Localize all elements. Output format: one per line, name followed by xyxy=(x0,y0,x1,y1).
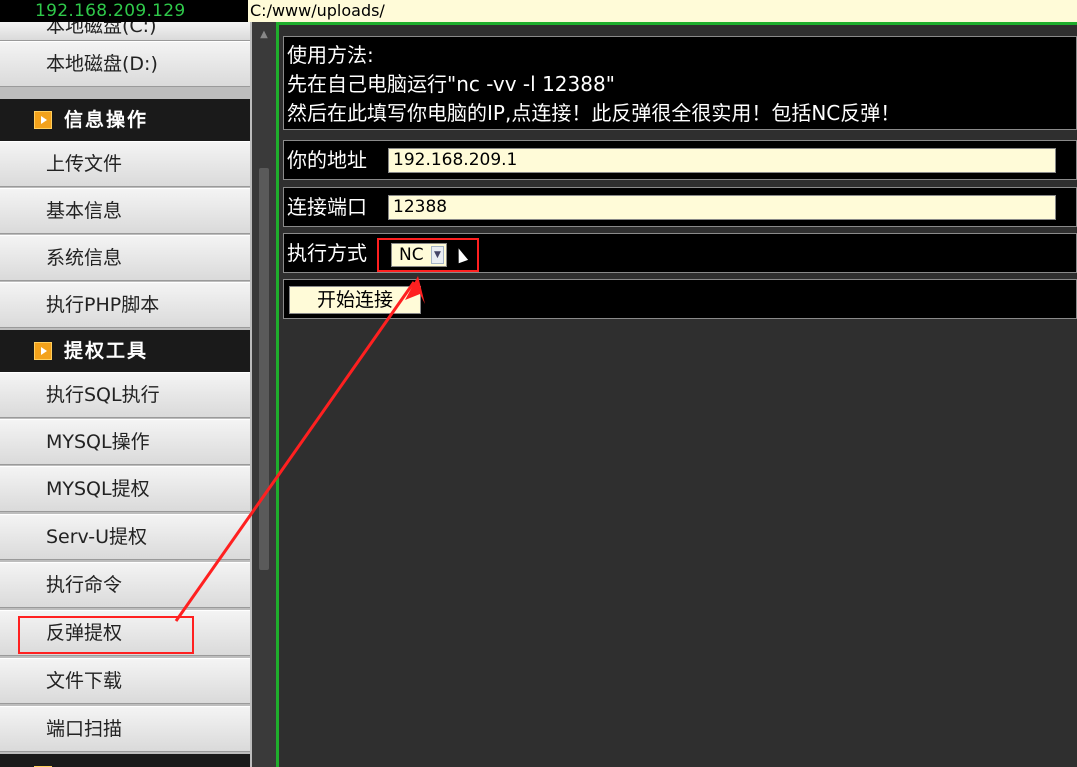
sidebar-section-privesc: 提权工具 xyxy=(0,330,250,372)
method-label: 执行方式 xyxy=(287,241,367,265)
address-label: 你的地址 xyxy=(287,148,367,172)
usage-line: 使用方法: xyxy=(287,43,374,67)
sidebar-item-mysql-ops[interactable]: MYSQL操作 xyxy=(0,419,250,465)
sidebar-item-basic-info[interactable]: 基本信息 xyxy=(0,188,250,234)
sidebar-item-file-download[interactable]: 文件下载 xyxy=(0,658,250,704)
sidebar-item-port-scan[interactable]: 端口扫描 xyxy=(0,706,250,752)
sidebar-item-servu-privesc[interactable]: Serv-U提权 xyxy=(0,514,250,560)
sidebar-item-disk-c[interactable]: 本地磁盘(C:) xyxy=(0,22,250,41)
scroll-thumb[interactable] xyxy=(259,168,269,570)
scroll-up-icon[interactable]: ▲ xyxy=(252,28,276,42)
section-arrow-icon xyxy=(34,342,52,360)
address-input[interactable]: 192.168.209.1 xyxy=(388,148,1056,173)
sidebar-item-php-script[interactable]: 执行PHP脚本 xyxy=(0,282,250,328)
usage-line: 先在自己电脑运行"nc -vv -l 12388" xyxy=(287,72,615,96)
sidebar-section-cut-off xyxy=(0,754,250,767)
sidebar-scrollbar[interactable]: ▲ xyxy=(252,22,276,767)
sidebar-section-info: 信息操作 xyxy=(0,99,250,141)
address-row: 你的地址 192.168.209.1 xyxy=(283,140,1077,180)
sidebar-item-disk-d[interactable]: 本地磁盘(D:) xyxy=(0,41,250,87)
method-row: 执行方式 NC ▼ xyxy=(283,233,1077,273)
sidebar-item-system-info[interactable]: 系统信息 xyxy=(0,235,250,281)
sidebar: 本地磁盘(C:) 本地磁盘(D:) 信息操作 上传文件 基本信息 系统信息 执行… xyxy=(0,22,252,767)
host-ip: 192.168.209.129 xyxy=(0,0,248,22)
port-row: 连接端口 12388 xyxy=(283,187,1077,227)
port-input[interactable]: 12388 xyxy=(388,195,1056,220)
usage-line: 然后在此填写你电脑的IP,点连接！此反弹很全很实用！包括NC反弹！ xyxy=(287,101,901,125)
usage-instructions: 使用方法: 先在自己电脑运行"nc -vv -l 12388" 然后在此填写你电… xyxy=(283,36,1077,130)
section-title: 提权工具 xyxy=(64,340,149,362)
connect-button[interactable]: 开始连接 xyxy=(289,286,421,314)
sidebar-item-mysql-privesc[interactable]: MYSQL提权 xyxy=(0,466,250,512)
connect-row: 开始连接 xyxy=(283,279,1077,319)
main-panel: 使用方法: 先在自己电脑运行"nc -vv -l 12388" 然后在此填写你电… xyxy=(276,22,1077,767)
sidebar-item-exec-command[interactable]: 执行命令 xyxy=(0,562,250,608)
sidebar-item-upload[interactable]: 上传文件 xyxy=(0,141,250,187)
section-title: 信息操作 xyxy=(64,109,149,131)
current-path: C:/www/uploads/ xyxy=(248,0,1077,22)
sidebar-item-sql-exec[interactable]: 执行SQL执行 xyxy=(0,372,250,418)
port-label: 连接端口 xyxy=(287,195,367,219)
section-arrow-icon xyxy=(34,111,52,129)
annotation-highlight-reverse-shell xyxy=(18,616,194,654)
